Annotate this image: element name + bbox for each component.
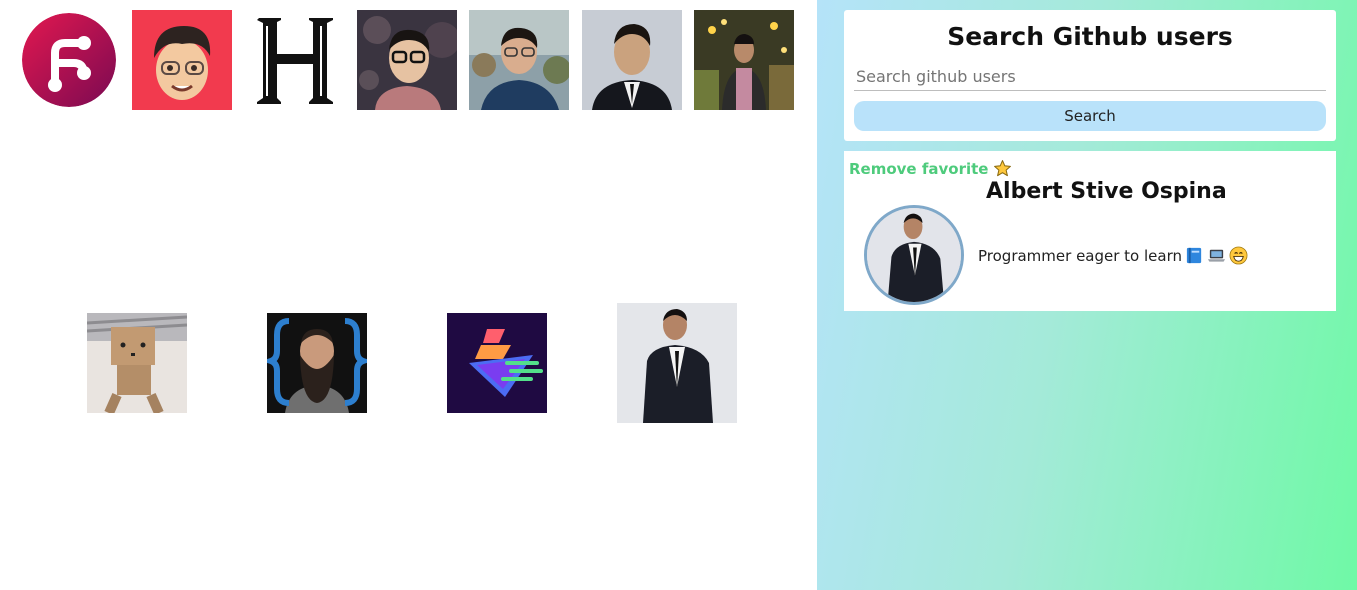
results-area (0, 0, 817, 590)
search-title: Search Github users (947, 22, 1233, 51)
bearded-braces-avatar (267, 313, 367, 413)
user-avatar-10[interactable] (447, 313, 547, 413)
search-input[interactable] (854, 63, 1326, 91)
search-card: Search Github users Search (844, 10, 1336, 141)
man-suit-profile-avatar (867, 208, 961, 302)
user-avatar-9[interactable] (267, 313, 367, 413)
favorite-user-avatar[interactable] (864, 205, 964, 305)
user-avatar-1[interactable] (22, 13, 116, 107)
grinning-face-icon (1229, 246, 1248, 265)
gothic-letter-logo (245, 10, 345, 110)
user-avatar-5[interactable] (469, 10, 569, 110)
man-suit-profile-avatar (617, 303, 737, 423)
user-avatar-11[interactable] (617, 303, 737, 423)
cardboard-robot-avatar (87, 313, 187, 413)
man-suit-avatar (582, 10, 682, 110)
memoji-avatar (132, 10, 232, 110)
favorite-user-bio: Programmer eager to learn (978, 246, 1248, 265)
favorite-user-name: Albert Stive Ospina (986, 179, 1227, 204)
user-avatar-8[interactable] (87, 313, 187, 413)
man-outdoors-avatar (469, 10, 569, 110)
user-avatar-6[interactable] (582, 10, 682, 110)
bio-text: Programmer eager to learn (978, 246, 1182, 265)
pink-fork-logo-icon (22, 13, 116, 107)
laptop-icon (1207, 249, 1226, 262)
star-icon (994, 160, 1012, 177)
user-avatar-2[interactable] (132, 10, 232, 110)
user-avatar-7[interactable] (694, 10, 794, 110)
search-button[interactable]: Search (854, 101, 1326, 131)
favorite-user-card: Remove favorite Albert Stive Ospina Prog… (844, 151, 1336, 311)
book-icon (1186, 247, 1202, 264)
sidebar-panel: Search Github users Search Remove favori… (817, 0, 1357, 590)
man-carnival-avatar (694, 10, 794, 110)
user-avatar-3[interactable] (245, 10, 345, 110)
purple-gradient-logo (447, 313, 547, 413)
user-avatar-4[interactable] (357, 10, 457, 110)
remove-favorite-button[interactable]: Remove favorite (849, 159, 1012, 178)
remove-favorite-label: Remove favorite (849, 159, 989, 178)
man-glasses-space-avatar (357, 10, 457, 110)
